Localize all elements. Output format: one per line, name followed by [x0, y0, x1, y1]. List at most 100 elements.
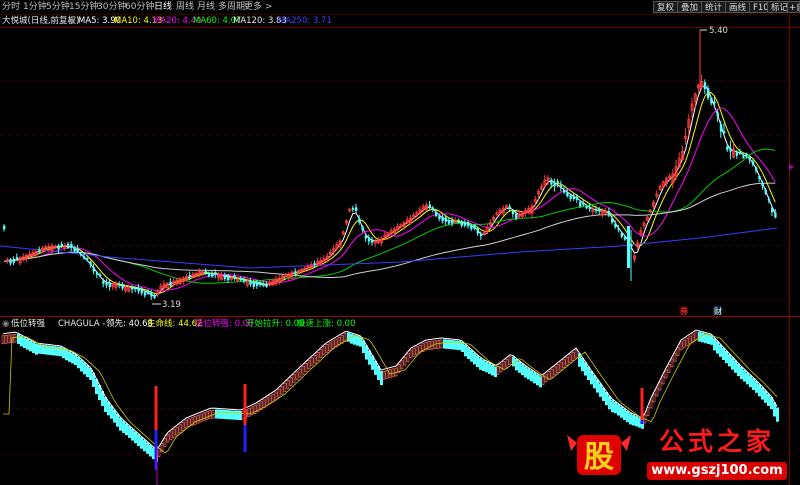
- rise-bar: [676, 347, 680, 356]
- rise-bar: [319, 349, 323, 358]
- rise-bar: [313, 354, 317, 364]
- candle-body-down: [569, 194, 572, 199]
- current-price-marker: [789, 164, 794, 170]
- high-price-label: 5.40: [709, 26, 728, 36]
- watermark-logo: 股 公式之家 www.gszj100.com: [555, 425, 790, 483]
- rise-bar: [193, 416, 197, 425]
- fall-bar: [734, 360, 737, 373]
- candle-body-down: [367, 237, 371, 242]
- rise-bar: [667, 364, 671, 373]
- fall-bar: [221, 409, 224, 419]
- fall-bar: [122, 420, 125, 433]
- fall-bar: [224, 409, 227, 420]
- fall-bar: [53, 346, 56, 356]
- candle-body-down: [67, 243, 70, 249]
- candle-body-down: [147, 291, 150, 294]
- rise-bar: [7, 334, 11, 344]
- rise-bar: [568, 354, 572, 364]
- fall-bar: [50, 345, 53, 356]
- candle-body-down: [431, 207, 435, 210]
- candle-body-down: [89, 261, 92, 265]
- fall-bar: [68, 351, 71, 362]
- candle-body-down: [742, 155, 745, 158]
- candle-body-down: [259, 281, 262, 286]
- fall-bar: [233, 410, 236, 420]
- candle-body-down: [460, 221, 463, 226]
- candle-body-down: [479, 233, 483, 237]
- fall-bar: [776, 407, 779, 422]
- candle-body-down: [351, 207, 355, 210]
- candle-body-down: [252, 282, 255, 287]
- fall-bar: [449, 339, 452, 350]
- fall-bar: [752, 378, 755, 390]
- fall-bar: [26, 339, 29, 350]
- rise-bar: [550, 368, 554, 378]
- fall-bar: [611, 399, 614, 413]
- fall-bar: [227, 410, 230, 420]
- fall-bar: [629, 413, 632, 425]
- low-annotation: 3.19: [152, 300, 181, 310]
- fall-bar: [347, 332, 350, 342]
- rise-bar: [163, 438, 167, 447]
- rise-bar: [652, 393, 656, 403]
- chart-canvas[interactable]: 5.40 3.19 券 财: [0, 0, 800, 485]
- ma20-line: [3, 107, 776, 292]
- rise-bar: [274, 391, 278, 401]
- rise-bar: [202, 412, 206, 422]
- fall-bar: [128, 426, 131, 438]
- candle-body-down: [623, 236, 627, 240]
- ma60-line: [3, 148, 776, 284]
- fall-bar: [455, 340, 458, 350]
- candle-body-down: [204, 270, 207, 274]
- fall-bar: [47, 345, 50, 355]
- rise-bar: [415, 346, 419, 356]
- candle-body-down: [435, 211, 438, 217]
- fall-bar: [737, 363, 740, 376]
- rise-bar: [205, 411, 209, 420]
- fall-bar: [137, 434, 140, 446]
- candle-body-down: [102, 280, 105, 284]
- fall-bar: [380, 371, 383, 386]
- fall-bar: [20, 335, 23, 347]
- signal-bar-red: [154, 386, 158, 430]
- candle-body-down: [444, 217, 447, 222]
- candle-body-down: [438, 215, 441, 219]
- rise-bar: [208, 410, 212, 419]
- rise-bar: [328, 342, 332, 351]
- rise-bar: [664, 369, 668, 379]
- rise-bar: [409, 349, 413, 359]
- rise-bar: [301, 365, 305, 375]
- candle-body-down: [470, 225, 473, 230]
- rise-bar: [565, 356, 569, 366]
- candle-body-down: [143, 291, 147, 296]
- rise-bar: [400, 360, 404, 370]
- candle-body-down: [364, 236, 367, 239]
- fall-bar: [608, 396, 611, 410]
- rise-bar: [331, 340, 335, 350]
- candle-body-down: [713, 101, 716, 104]
- candle-body-down: [719, 124, 723, 132]
- fall-bar: [134, 431, 137, 444]
- candle-body-down: [150, 292, 153, 297]
- fall-bar: [113, 409, 116, 423]
- signal-bar-blue: [243, 425, 247, 452]
- candle-body-down: [239, 277, 243, 281]
- candle-body-down: [447, 220, 451, 224]
- rise-bar: [169, 431, 173, 441]
- candle-body-down: [294, 271, 297, 274]
- rise-bar: [175, 426, 179, 436]
- rise-bar: [385, 370, 389, 379]
- fall-bar: [23, 337, 26, 349]
- candle-body-down: [614, 223, 617, 228]
- fall-bar: [125, 423, 128, 436]
- fall-bar: [77, 356, 80, 369]
- candle-body-down: [70, 243, 73, 248]
- candle-body-down: [607, 211, 611, 216]
- rise-bar: [412, 348, 416, 357]
- candle-body-down: [428, 204, 431, 208]
- fall-bar: [767, 393, 770, 406]
- rise-bar: [271, 393, 275, 403]
- rise-bar: [403, 356, 407, 366]
- fall-bar: [740, 367, 743, 380]
- candle-body-down: [550, 179, 553, 185]
